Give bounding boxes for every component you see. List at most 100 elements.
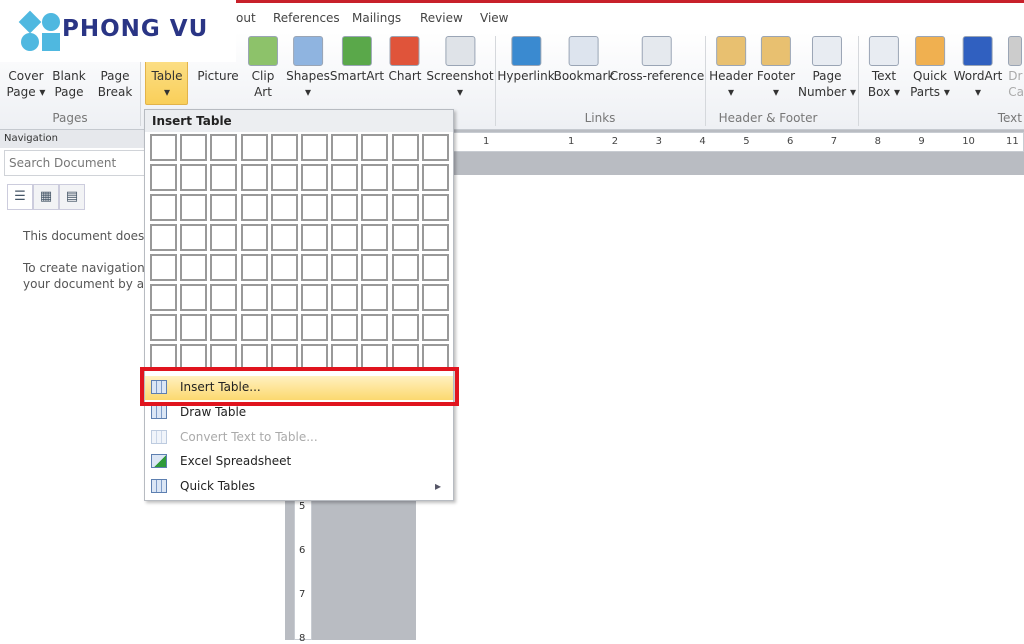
text-box-button[interactable]: Text Box ▾ — [868, 32, 900, 108]
grid-cell[interactable] — [180, 134, 208, 161]
grid-cell[interactable] — [180, 254, 208, 281]
grid-cell[interactable] — [331, 224, 359, 251]
grid-cell[interactable] — [391, 284, 419, 311]
grid-cell[interactable] — [180, 224, 208, 251]
tab-out[interactable]: out — [236, 11, 256, 25]
horizontal-ruler[interactable]: 1 1 2 3 4 5 6 7 8 9 10 11 — [415, 132, 1024, 152]
clip-art-button[interactable]: Clip Art — [248, 32, 278, 108]
grid-cell[interactable] — [361, 164, 389, 191]
page-number-button[interactable]: Page Number ▾ — [798, 32, 856, 108]
grid-cell[interactable] — [391, 224, 419, 251]
grid-cell[interactable] — [421, 284, 449, 311]
grid-cell[interactable] — [150, 164, 177, 191]
grid-cell[interactable] — [240, 284, 268, 311]
group-separator — [495, 36, 496, 126]
wordart-button[interactable]: WordArt ▾ — [954, 32, 1002, 108]
grid-cell[interactable] — [391, 164, 419, 191]
grid-cell[interactable] — [150, 194, 177, 221]
grid-cell[interactable] — [421, 314, 449, 341]
grid-cell[interactable] — [301, 224, 328, 251]
grid-cell[interactable] — [361, 254, 389, 281]
grid-cell[interactable] — [150, 314, 177, 341]
bookmark-button[interactable]: Bookmark — [554, 32, 614, 108]
grid-cell[interactable] — [270, 134, 298, 161]
grid-cell[interactable] — [331, 164, 359, 191]
grid-cell[interactable] — [180, 314, 208, 341]
grid-cell[interactable] — [270, 164, 298, 191]
button-label: Page — [100, 69, 130, 83]
screenshot-button[interactable]: Screenshot ▾ — [426, 32, 494, 108]
grid-cell[interactable] — [180, 284, 208, 311]
grid-cell[interactable] — [240, 224, 268, 251]
tab-mailings[interactable]: Mailings — [352, 11, 401, 25]
grid-cell[interactable] — [240, 134, 268, 161]
header-button[interactable]: Header ▾ — [709, 32, 753, 108]
grid-cell[interactable] — [301, 254, 328, 281]
grid-cell[interactable] — [270, 194, 298, 221]
grid-cell[interactable] — [270, 254, 298, 281]
cross-reference-button[interactable]: Cross-reference — [610, 32, 704, 108]
document-page[interactable] — [416, 175, 1024, 640]
grid-cell[interactable] — [240, 164, 268, 191]
grid-cell[interactable] — [421, 254, 449, 281]
chart-button[interactable]: Chart — [389, 32, 421, 108]
browse-headings-tab[interactable]: ☰ — [7, 184, 33, 210]
smartart-button[interactable]: SmartArt — [330, 32, 384, 108]
grid-cell[interactable] — [361, 314, 389, 341]
hyperlink-button[interactable]: Hyperlink — [497, 32, 555, 108]
grid-cell[interactable] — [301, 134, 328, 161]
grid-cell[interactable] — [301, 164, 328, 191]
grid-cell[interactable] — [331, 314, 359, 341]
grid-cell[interactable] — [180, 194, 208, 221]
grid-cell[interactable] — [210, 254, 238, 281]
grid-cell[interactable] — [331, 284, 359, 311]
grid-cell[interactable] — [391, 254, 419, 281]
grid-cell[interactable] — [301, 284, 328, 311]
grid-cell[interactable] — [421, 194, 449, 221]
tab-view[interactable]: View — [480, 11, 508, 25]
grid-cell[interactable] — [361, 224, 389, 251]
browse-pages-tab[interactable]: ▦ — [33, 184, 59, 210]
grid-cell[interactable] — [361, 194, 389, 221]
drop-cap-button[interactable]: Dr Ca — [1008, 32, 1024, 108]
grid-cell[interactable] — [210, 164, 238, 191]
tab-references[interactable]: References — [273, 11, 340, 25]
menu-item-excel-spreadsheet[interactable]: Excel Spreadsheet — [145, 450, 453, 474]
grid-cell[interactable] — [331, 254, 359, 281]
quick-parts-button[interactable]: Quick Parts ▾ — [910, 32, 950, 108]
grid-cell[interactable] — [391, 194, 419, 221]
browse-results-tab[interactable]: ▤ — [59, 184, 85, 210]
footer-button[interactable]: Footer ▾ — [757, 32, 795, 108]
grid-cell[interactable] — [180, 164, 208, 191]
grid-cell[interactable] — [150, 224, 177, 251]
grid-cell[interactable] — [421, 164, 449, 191]
grid-cell[interactable] — [391, 314, 419, 341]
grid-cell[interactable] — [210, 284, 238, 311]
grid-cell[interactable] — [150, 284, 177, 311]
tab-review[interactable]: Review — [420, 11, 463, 25]
grid-cell[interactable] — [270, 314, 298, 341]
grid-cell[interactable] — [361, 134, 389, 161]
grid-cell[interactable] — [391, 134, 419, 161]
grid-cell[interactable] — [331, 194, 359, 221]
grid-cell[interactable] — [150, 254, 177, 281]
grid-cell[interactable] — [270, 224, 298, 251]
grid-cell[interactable] — [421, 224, 449, 251]
grid-cell[interactable] — [210, 194, 238, 221]
grid-cell[interactable] — [270, 284, 298, 311]
grid-cell[interactable] — [210, 224, 238, 251]
grid-cell[interactable] — [240, 194, 268, 221]
grid-cell[interactable] — [301, 314, 328, 341]
grid-cell[interactable] — [210, 314, 238, 341]
grid-cell[interactable] — [210, 134, 238, 161]
grid-cell[interactable] — [150, 134, 177, 161]
grid-cell[interactable] — [421, 134, 449, 161]
grid-cell[interactable] — [361, 284, 389, 311]
menu-item-convert-text-to-table[interactable]: Convert Text to Table... — [145, 426, 453, 450]
shapes-button[interactable]: Shapes ▾ — [286, 32, 330, 108]
grid-cell[interactable] — [331, 134, 359, 161]
grid-cell[interactable] — [240, 254, 268, 281]
grid-cell[interactable] — [301, 194, 328, 221]
menu-item-quick-tables[interactable]: Quick Tables ▸ — [145, 475, 453, 499]
grid-cell[interactable] — [240, 314, 268, 341]
